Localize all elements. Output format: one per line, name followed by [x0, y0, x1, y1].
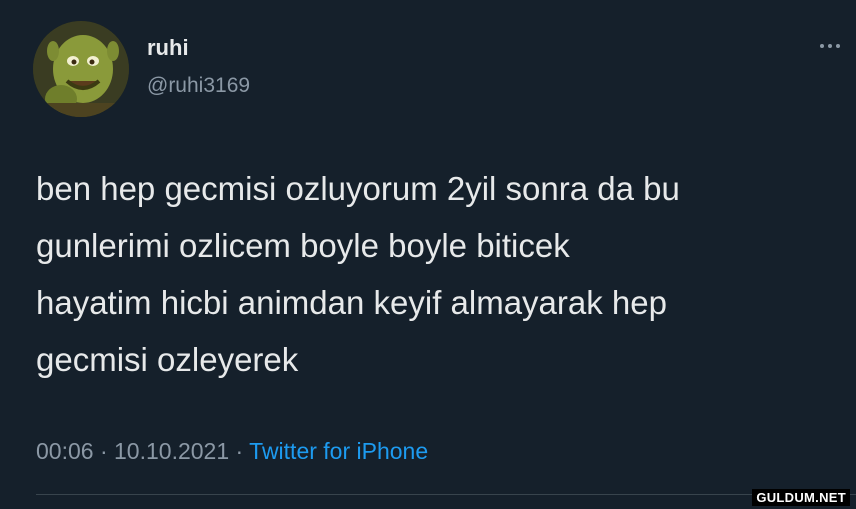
- watermark: GULDUM.NET: [752, 489, 850, 506]
- divider: [36, 494, 856, 495]
- shrek-avatar-icon: [33, 21, 129, 117]
- author-handle[interactable]: @ruhi3169: [147, 75, 250, 96]
- meta-separator: ·: [93, 438, 115, 464]
- meta-separator: ·: [229, 438, 250, 464]
- more-horizontal-icon: [820, 44, 824, 48]
- tweet-meta: 00:06 · 10.10.2021 · Twitter for iPhone: [36, 436, 428, 466]
- tweet-source-link[interactable]: Twitter for iPhone: [249, 438, 428, 464]
- more-options-button[interactable]: [812, 34, 848, 58]
- tweet-time[interactable]: 00:06: [36, 438, 94, 464]
- tweet-card: ruhi @ruhi3169 ben hep gecmisi ozluyorum…: [0, 0, 856, 509]
- tweet-date[interactable]: 10.10.2021: [114, 438, 229, 464]
- tweet-text: ben hep gecmisi ozluyorum 2yil sonra da …: [36, 170, 680, 378]
- more-horizontal-icon: [828, 44, 832, 48]
- more-horizontal-icon: [836, 44, 840, 48]
- author-name[interactable]: ruhi: [147, 37, 189, 59]
- avatar[interactable]: [33, 21, 129, 117]
